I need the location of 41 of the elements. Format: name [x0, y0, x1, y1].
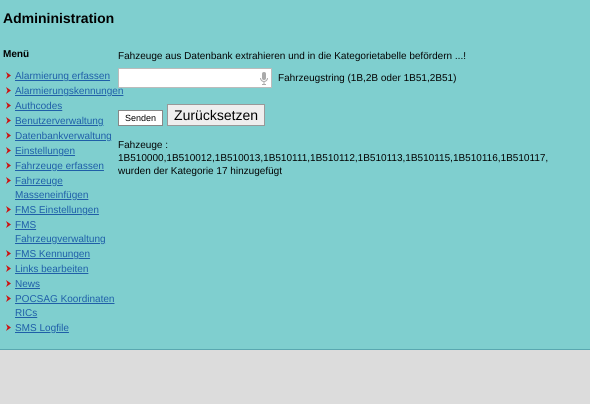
menu-link[interactable]: Authcodes [15, 100, 62, 114]
bullet-icon [6, 324, 11, 331]
text-field[interactable] [118, 68, 272, 88]
reset-button[interactable]: Zurücksetzen [167, 104, 266, 126]
microphone-icon[interactable] [260, 72, 268, 84]
menu-heading: Menü [3, 48, 30, 62]
bullet-icon [6, 295, 11, 302]
menu-link[interactable]: Einstellungen [15, 145, 76, 159]
menu-link[interactable]: News [15, 278, 40, 292]
menu-link[interactable]: Links bearbeiten [15, 263, 88, 277]
bullet-icon [6, 117, 11, 124]
bullet-icon [6, 280, 11, 287]
send-button[interactable]: Senden [118, 110, 164, 126]
bullet-icon [6, 147, 11, 154]
bullet-icon [6, 162, 11, 169]
result-text: 1B510000,1B510012,1B510013,1B510111,1B510112,1B510113,1B510115,1B510116,1B510117, [118, 152, 550, 165]
menu-link[interactable]: SMS Logfile [15, 322, 69, 336]
menu-link[interactable]: FMS Kennungen [15, 248, 90, 262]
menu-link[interactable]: Fahrzeuge erfassen [15, 160, 104, 174]
bullet-icon [6, 221, 11, 228]
bullet-icon [6, 132, 11, 139]
menu-link[interactable]: Alarmierung erfassen [15, 70, 110, 84]
menu-link[interactable]: Fahrzeuge Masseneinfügen [15, 175, 118, 203]
bullet-icon [6, 87, 11, 94]
result-text: wurden der Kategorie 17 hinzugefügt [118, 165, 284, 178]
bullet-icon [6, 72, 11, 79]
menu-link[interactable]: FMS Fahrzeugverwaltung [15, 219, 118, 247]
menu-link[interactable]: Alarmierungskennungen [15, 85, 124, 99]
menu-link[interactable]: Benutzerverwaltung [15, 115, 104, 129]
menu-link[interactable]: Datenbankverwaltung [15, 130, 112, 144]
bullet-icon [6, 250, 11, 257]
menu-link[interactable]: FMS Einstellungen [15, 204, 99, 218]
page-title: Admininistration [2, 9, 116, 28]
bullet-icon [6, 102, 11, 109]
intro-text: Fahzeuge aus Datenbank extrahieren und in die Kategorietabelle befördern ...! [118, 50, 468, 64]
bullet-icon [6, 177, 11, 184]
field-hint: Fahrzeugstring (1B,2B oder 1B51,2B51) [278, 72, 456, 86]
result-text: Fahzeuge : [118, 139, 170, 152]
bullet-icon [6, 206, 11, 213]
menu-link[interactable]: POCSAG Koordinaten RICs [15, 293, 118, 321]
bullet-icon [6, 265, 11, 272]
